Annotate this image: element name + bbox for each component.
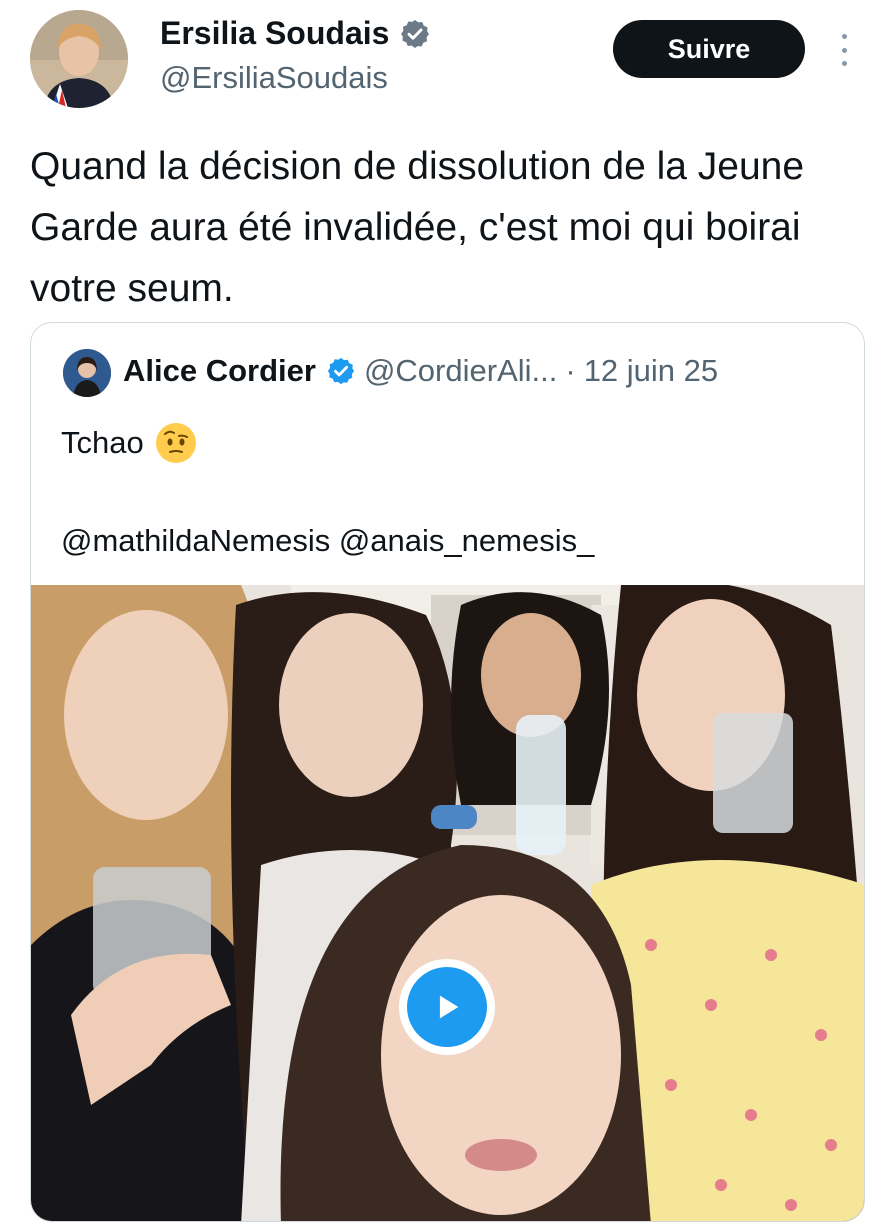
- verified-badge-icon: [326, 356, 356, 386]
- play-icon: [407, 967, 487, 1047]
- quote-text: Tchao: [61, 425, 144, 460]
- tweet-text: Quand la décision de dissolution de la J…: [30, 145, 805, 310]
- follow-button[interactable]: Suivre: [613, 20, 805, 78]
- quote-mentions[interactable]: @mathildaNemesis @anais_nemesis_: [61, 523, 594, 559]
- face-with-raised-eyebrow-emoji-icon: [155, 423, 196, 463]
- quote-date[interactable]: 12 juin 25: [584, 353, 718, 389]
- author-avatar[interactable]: [30, 10, 128, 108]
- quote-meta: Alice Cordier @CordierAli... · 12 juin 2…: [123, 353, 718, 389]
- quote-text-row: Tchao: [61, 423, 196, 463]
- author-name-row[interactable]: Ersilia Soudais: [160, 15, 431, 52]
- author-handle[interactable]: @ErsiliaSoudais: [160, 60, 388, 96]
- author-name[interactable]: Ersilia Soudais: [160, 15, 389, 52]
- play-button[interactable]: [399, 959, 495, 1055]
- video-frame-image: [31, 585, 864, 1221]
- tweet-header: Ersilia Soudais @ErsiliaSoudais Suivre: [0, 0, 895, 120]
- quote-author-handle[interactable]: @CordierAli...: [364, 353, 557, 389]
- meta-separator: ·: [565, 353, 576, 388]
- quote-author-avatar[interactable]: [63, 349, 111, 397]
- verified-badge-icon: [399, 18, 431, 50]
- video-thumbnail[interactable]: [31, 585, 864, 1221]
- quote-tweet-card[interactable]: Alice Cordier @CordierAli... · 12 juin 2…: [30, 322, 865, 1222]
- quote-author-name[interactable]: Alice Cordier: [123, 353, 316, 389]
- more-vertical-icon[interactable]: [828, 28, 860, 72]
